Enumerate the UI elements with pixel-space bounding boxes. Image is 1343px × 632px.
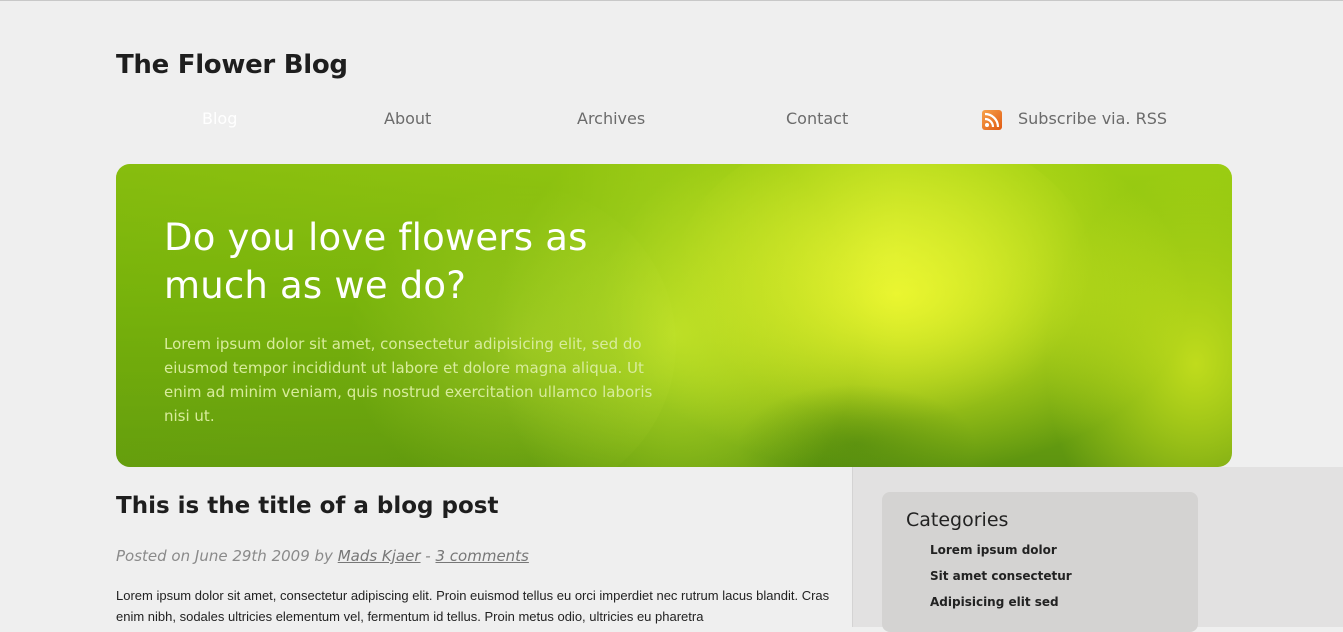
site-title[interactable]: The Flower Blog [116,50,348,80]
categories-box: Categories Lorem ipsum dolor Sit amet co… [882,492,1198,632]
nav-item-blog[interactable]: Blog [202,109,237,128]
post-date: Posted on June 29th 2009 by [116,547,338,565]
post-title[interactable]: This is the title of a blog post [116,493,498,519]
post-meta: Posted on June 29th 2009 by Mads Kjaer -… [116,547,529,565]
category-item[interactable]: Lorem ipsum dolor [930,542,1072,568]
nav-item-rss[interactable]: Subscribe via. RSS [1018,109,1167,128]
post-author-link[interactable]: Mads Kjaer [338,547,421,565]
post-meta-separator: - [420,547,436,565]
nav-item-archives[interactable]: Archives [577,109,645,128]
post-comments-link[interactable]: 3 comments [435,547,528,565]
nav-item-contact[interactable]: Contact [786,109,848,128]
post-body: Lorem ipsum dolor sit amet, consectetur … [116,588,830,624]
category-item[interactable]: Sit amet consectetur [930,568,1072,594]
hero-text: Lorem ipsum dolor sit amet, consectetur … [164,335,653,425]
hero-banner: Do you love flowers as much as we do? Lo… [116,164,1232,467]
rss-icon[interactable] [982,110,1002,130]
main-nav: Blog About Archives Contact Subscribe vi… [116,109,1232,133]
category-item[interactable]: Adipisicing elit sed [930,594,1072,620]
categories-title: Categories [906,509,1009,531]
nav-item-about[interactable]: About [384,109,431,128]
hero-heading: Do you love flowers as much as we do? [164,216,588,307]
categories-list: Lorem ipsum dolor Sit amet consectetur A… [930,542,1072,620]
